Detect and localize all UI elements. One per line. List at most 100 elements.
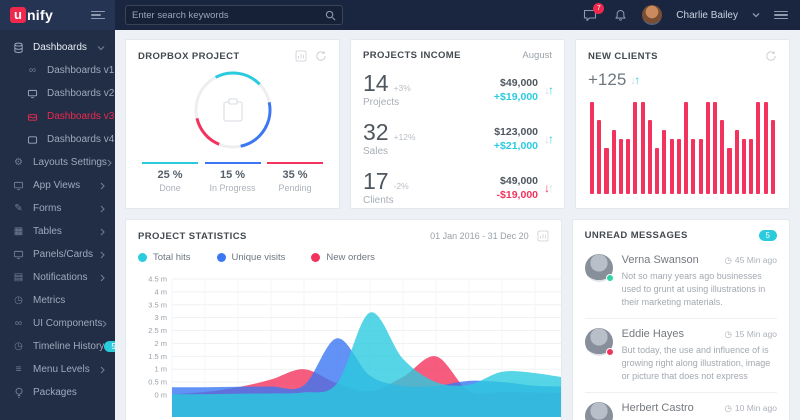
sidebar-item-timeline-history[interactable]: ◷ Timeline History 5 [0, 335, 115, 358]
chevron-right-icon [100, 228, 105, 236]
svg-text:0.5 m: 0.5 m [148, 378, 167, 387]
infinity-icon: ∞ [12, 318, 25, 329]
legend-total-hits[interactable]: Total hits [138, 252, 191, 263]
chevron-right-icon [100, 251, 105, 259]
income-period[interactable]: August [522, 50, 552, 61]
chevron-down-icon[interactable] [752, 12, 760, 18]
message-time: ◷10 Min ago [725, 403, 777, 414]
stat-value: 35 % [267, 169, 323, 181]
sidebar-item-forms[interactable]: ✎ Forms [0, 197, 115, 220]
income-value: 17 [363, 170, 389, 193]
sidebar: Dashboards ∞ Dashboards v1 Dashboards v2 [0, 30, 115, 420]
income-amount: $123,000 [494, 126, 538, 138]
settings-menu-icon[interactable] [774, 11, 788, 20]
sidebar-item-menu-levels[interactable]: ≡ Menu Levels [0, 358, 115, 381]
legend-new-orders[interactable]: New orders [311, 252, 375, 263]
chevron-right-icon [100, 182, 105, 190]
stat-value: 25 % [142, 169, 198, 181]
gear-icon: ⚙ [12, 157, 25, 168]
chevron-down-icon [97, 45, 105, 51]
legend-label: Unique visits [232, 252, 286, 263]
pencil-icon: ✎ [12, 203, 25, 214]
sidebar-item-tables[interactable]: ▦ Tables [0, 220, 115, 243]
logo[interactable]: u nify [10, 7, 53, 23]
user-avatar[interactable] [642, 7, 662, 23]
svg-text:3 m: 3 m [154, 313, 167, 322]
bell-icon [614, 8, 627, 22]
sidebar-item-packages[interactable]: Packages [0, 381, 115, 404]
notifications-button[interactable] [612, 7, 628, 23]
bar [655, 148, 659, 194]
arrow-up-icon: ↑ [548, 181, 552, 195]
message-item[interactable]: Verna Swanson ◷45 Min ago Not so many ye… [585, 245, 777, 319]
status-dot [606, 274, 614, 282]
arrow-up-icon: ↑ [634, 73, 638, 87]
message-time: ◷15 Min ago [725, 329, 777, 340]
sidebar-item-dashboards-v1[interactable]: ∞ Dashboards v1 [0, 59, 115, 82]
search-box[interactable] [125, 5, 343, 25]
bar [626, 139, 630, 194]
new-clients-delta: +125 ↓↑ [588, 70, 777, 90]
sidebar-item-layouts-settings[interactable]: ⚙ Layouts Settings [0, 151, 115, 174]
sidebar-item-dashboards-v2[interactable]: Dashboards v2 [0, 82, 115, 105]
sidebar-toggle-icon[interactable] [91, 11, 105, 20]
sidebar-item-label: Menu Levels [33, 364, 100, 375]
sidebar-item-dashboards[interactable]: Dashboards [0, 36, 115, 59]
sidebar-item-label: Forms [33, 203, 100, 214]
bar [742, 139, 746, 194]
legend-label: Total hits [153, 252, 191, 263]
search-icon[interactable] [325, 10, 336, 21]
income-amount: $49,000 [494, 77, 538, 89]
bar [662, 130, 666, 194]
sidebar-item-dashboards-v3[interactable]: Dashboards v3 [0, 105, 115, 128]
drawer-icon [26, 112, 39, 122]
date-range[interactable]: 01 Jan 2016 - 31 Dec 20 [430, 231, 529, 241]
bar [720, 120, 724, 194]
clock-icon: ◷ [725, 403, 732, 414]
trend-arrows: ↓↑ [544, 84, 552, 96]
sidebar-item-metrics[interactable]: ◷ Metrics [0, 289, 115, 312]
chart-box-icon[interactable] [295, 50, 307, 62]
refresh-icon[interactable] [315, 50, 327, 62]
chevron-right-icon [100, 205, 105, 213]
projects-income-card: PROJECTS INCOME August 14 +3% Projects [350, 39, 565, 209]
sidebar-item-panels-cards[interactable]: Panels/Cards [0, 243, 115, 266]
search-input[interactable] [132, 10, 325, 21]
card-title: NEW CLIENTS [588, 51, 658, 62]
income-pct: -2% [394, 181, 409, 191]
sidebar-item-ui-components[interactable]: ∞ UI Components [0, 312, 115, 335]
avatar [585, 254, 613, 282]
chevron-right-icon [102, 320, 107, 328]
trend-arrows: ↓↑ [630, 74, 638, 86]
bar [713, 102, 717, 194]
legend-dot [138, 253, 147, 262]
card-title: UNREAD MESSAGES [585, 230, 688, 241]
bar [749, 139, 753, 194]
user-name[interactable]: Charlie Bailey [676, 10, 738, 21]
sidebar-item-notifications[interactable]: ▤ Notifications [0, 266, 115, 289]
sidebar-item-dashboards-v4[interactable]: Dashboards v4 [0, 128, 115, 151]
search-area [115, 0, 582, 30]
sidebar-item-app-views[interactable]: App Views [0, 174, 115, 197]
messages-button[interactable]: 7 [582, 7, 598, 23]
stat-label: In Progress [205, 183, 261, 193]
income-amount: $49,000 [497, 175, 538, 187]
svg-text:0 m: 0 m [154, 391, 167, 400]
sender-name: Herbert Castro [622, 402, 694, 414]
sidebar-item-label: Dashboards v3 [47, 111, 114, 122]
main-content: DROPBOX PROJECT 25 % Done [115, 30, 800, 420]
sender-name: Eddie Hayes [622, 328, 684, 340]
message-item[interactable]: Herbert Castro ◷10 Min ago But today, th… [585, 393, 777, 420]
legend-unique-visits[interactable]: Unique visits [217, 252, 286, 263]
income-row-sales: 32 +12% Sales $123,000 +$21,000 ↓ [363, 114, 552, 163]
new-clients-bar-chart [588, 102, 777, 194]
chart-box-icon[interactable] [537, 230, 549, 242]
refresh-icon[interactable] [765, 50, 777, 62]
message-item[interactable]: Eddie Hayes ◷15 Min ago But today, the u… [585, 319, 777, 393]
bar [677, 139, 681, 194]
grid-icon: ▦ [12, 226, 25, 237]
bar [648, 120, 652, 194]
sidebar-item-label: Dashboards v2 [47, 88, 114, 99]
chevron-right-icon [100, 366, 105, 374]
income-pct: +3% [394, 83, 411, 93]
